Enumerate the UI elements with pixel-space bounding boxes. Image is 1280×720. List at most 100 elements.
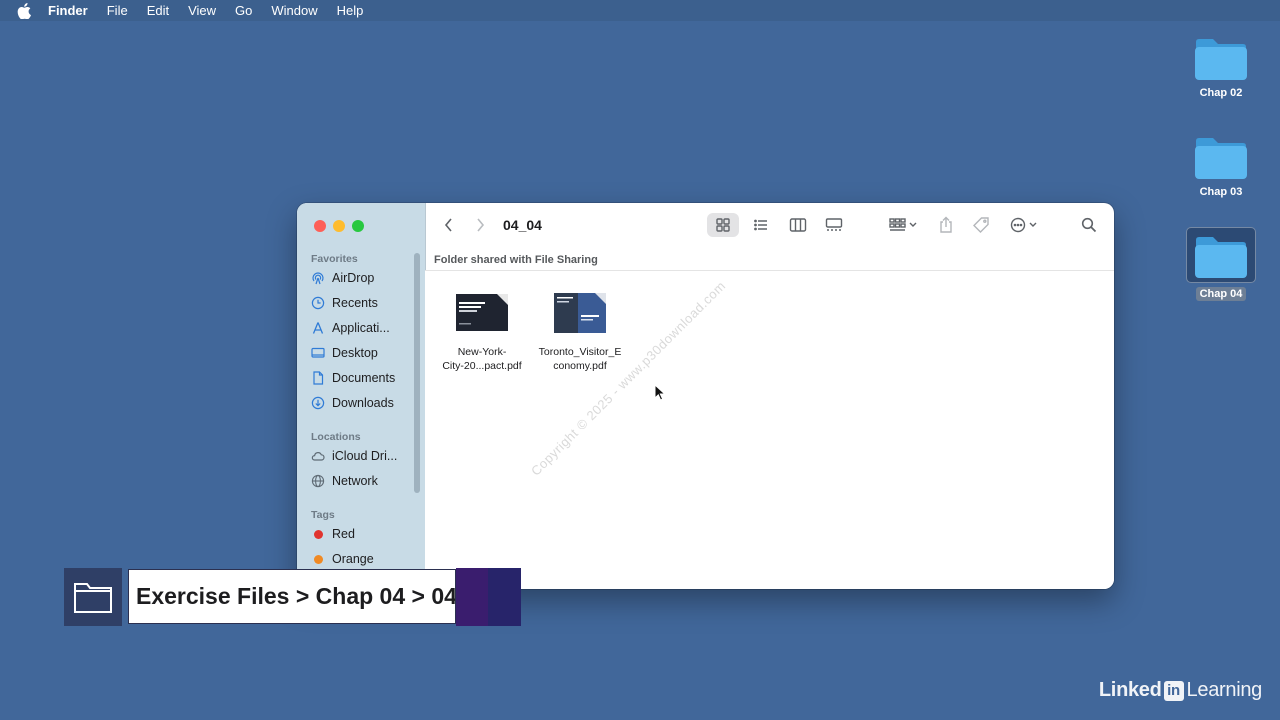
gallery-icon: [825, 218, 843, 231]
close-button[interactable]: [314, 220, 326, 232]
sidebar-item-network[interactable]: Network: [311, 471, 378, 491]
sidebar-item-label: Downloads: [332, 396, 394, 410]
file-item-toronto[interactable]: Toronto_Visitor_E conomy.pdf: [532, 293, 628, 373]
lower-third: Exercise Files > Chap 04 > 04_04: [64, 568, 521, 626]
sidebar-item-label: iCloud Dri...: [332, 449, 398, 463]
sidebar-item-icloud[interactable]: iCloud Dri...: [311, 446, 397, 466]
lower-third-accent: [488, 568, 521, 626]
folder-icon: [1195, 138, 1247, 179]
search-icon: [1081, 217, 1097, 233]
file-name-line: New-York-: [457, 346, 507, 358]
window-title: 04_04: [503, 217, 542, 233]
menu-view[interactable]: View: [188, 0, 216, 21]
more-actions-button[interactable]: [1005, 213, 1045, 237]
icon-view-button[interactable]: [707, 213, 739, 237]
column-view-button[interactable]: [782, 213, 814, 237]
menu-file[interactable]: File: [107, 0, 128, 21]
sidebar-item-downloads[interactable]: Downloads: [311, 393, 394, 413]
download-icon: [311, 396, 325, 410]
file-name-line: City-20...pact.pdf: [442, 360, 522, 372]
tag-color-dot: [314, 529, 323, 539]
pdf-thumbnail-icon: [554, 293, 606, 333]
forward-button[interactable]: [470, 215, 490, 235]
desktop-folder-chap-03[interactable]: Chap 03: [1186, 135, 1256, 200]
menu-bar: Finder File Edit View Go Window Help: [0, 0, 1280, 21]
file-name: Toronto_Visitor_E conomy.pdf: [532, 345, 628, 373]
tag-color-dot: [314, 554, 323, 564]
file-name: New-York- City-20...pact.pdf: [434, 345, 530, 373]
minimize-button[interactable]: [333, 220, 345, 232]
share-button[interactable]: [934, 213, 958, 237]
desktop-folder-label: Chap 02: [1199, 87, 1243, 99]
sidebar-tag-orange[interactable]: Orange: [311, 549, 374, 569]
tag-icon: [973, 217, 989, 233]
ellipsis-circle-icon: [1010, 217, 1037, 233]
menu-help[interactable]: Help: [337, 0, 364, 21]
folder-outline-icon: [74, 583, 112, 613]
list-icon: [754, 219, 767, 231]
brand-linked: Linked: [1098, 679, 1162, 701]
sidebar-heading-locations: Locations: [311, 431, 361, 443]
desktop-folder-chap-02[interactable]: Chap 02: [1186, 36, 1256, 101]
sidebar-item-label: Recents: [332, 296, 378, 310]
sidebar-scrollbar[interactable]: [414, 253, 420, 493]
exercise-files-path: Exercise Files > Chap 04 > 04_04: [128, 569, 456, 624]
folder-icon: [1195, 237, 1247, 278]
sidebar-item-label: Desktop: [332, 346, 378, 360]
brand-learning: Learning: [1186, 679, 1263, 701]
group-by-button[interactable]: [883, 213, 923, 237]
desktop-folder-label: Chap 04: [1195, 287, 1247, 301]
sidebar-item-documents[interactable]: Documents: [311, 368, 395, 388]
gallery-view-button[interactable]: [818, 213, 850, 237]
menu-finder[interactable]: Finder: [48, 0, 88, 21]
linkedin-learning-logo: Linked in Learning: [1099, 679, 1262, 702]
sidebar-item-recents[interactable]: Recents: [311, 293, 378, 313]
lower-third-accent: [456, 568, 488, 626]
menu-window[interactable]: Window: [271, 0, 317, 21]
file-sharing-banner: Folder shared with File Sharing: [425, 249, 1114, 271]
menu-edit[interactable]: Edit: [147, 0, 169, 21]
file-name-line: conomy.pdf: [553, 360, 607, 372]
sidebar-item-desktop[interactable]: Desktop: [311, 343, 378, 363]
sidebar-item-label: Orange: [332, 552, 374, 566]
clock-icon: [311, 296, 325, 310]
group-grid-icon: [889, 218, 917, 231]
sidebar-heading-tags: Tags: [311, 509, 335, 521]
columns-icon: [789, 218, 807, 232]
pdf-thumbnail-icon: [456, 294, 508, 331]
desktop-folder-chap-04[interactable]: Chap 04: [1186, 227, 1256, 302]
finder-window: Favorites AirDrop Recents Applicati... D…: [297, 203, 1114, 589]
sidebar-item-label: Red: [332, 527, 355, 541]
sidebar-item-label: Documents: [332, 371, 396, 385]
cloud-icon: [311, 452, 325, 461]
file-name-line: Toronto_Visitor_E: [538, 346, 622, 358]
menu-go[interactable]: Go: [235, 0, 252, 21]
sidebar-item-label: Applicati...: [332, 321, 390, 335]
globe-icon: [311, 474, 325, 488]
sidebar-item-applications[interactable]: Applicati...: [311, 318, 390, 338]
sidebar-item-label: Network: [332, 474, 378, 488]
grid-icon: [716, 218, 730, 232]
back-button[interactable]: [439, 215, 459, 235]
lower-third-icon-tile: [64, 568, 122, 626]
file-item-new-york[interactable]: New-York- City-20...pact.pdf: [434, 293, 530, 373]
sidebar-tag-red[interactable]: Red: [311, 524, 355, 544]
applications-icon: [312, 322, 324, 334]
folder-icon: [1195, 39, 1247, 80]
document-icon: [313, 371, 324, 385]
apple-menu-icon[interactable]: [17, 2, 31, 19]
tag-button[interactable]: [969, 213, 993, 237]
file-area[interactable]: New-York- City-20...pact.pdf Toronto_Vis…: [425, 271, 1114, 589]
zoom-button[interactable]: [352, 220, 364, 232]
share-icon: [940, 216, 952, 233]
desktop-folder-label: Chap 03: [1199, 186, 1243, 198]
sidebar-heading-favorites: Favorites: [311, 253, 358, 265]
chevron-right-icon: [477, 218, 485, 232]
list-view-button[interactable]: [745, 213, 777, 237]
sidebar-item-airdrop[interactable]: AirDrop: [311, 268, 374, 288]
search-button[interactable]: [1077, 213, 1101, 237]
toolbar: 04_04: [425, 203, 1114, 247]
mouse-cursor-icon: [654, 384, 666, 401]
desktop-icon: [311, 347, 325, 358]
sidebar: Favorites AirDrop Recents Applicati... D…: [297, 203, 426, 589]
